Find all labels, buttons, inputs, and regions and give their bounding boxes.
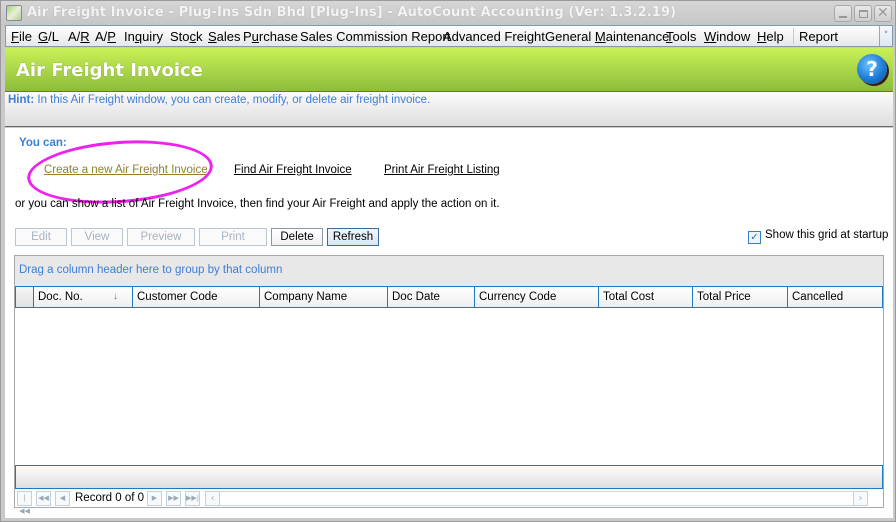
app-icon bbox=[6, 5, 22, 21]
maximize-icon bbox=[859, 10, 868, 18]
edit-button[interactable]: Edit bbox=[15, 228, 67, 246]
checkbox-checked-icon[interactable]: ✓ bbox=[748, 231, 761, 244]
next-page-icon: ▶▶ bbox=[168, 494, 179, 502]
menu-item-tools[interactable]: Tools bbox=[666, 29, 696, 44]
show-grid-checkbox[interactable]: ✓ Show this grid at startup bbox=[748, 229, 888, 244]
menu-item-window[interactable]: Window bbox=[704, 29, 750, 44]
window-title: Air Freight Invoice - Plug-Ins Sdn Bhd [… bbox=[27, 5, 677, 20]
hint-label: Hint: bbox=[8, 94, 35, 106]
hint-panel: Hint: In this Air Freight window, you ca… bbox=[5, 92, 893, 127]
menu-item-purchase[interactable]: Purchase bbox=[243, 29, 298, 44]
print-button[interactable]: Print bbox=[199, 228, 267, 246]
previous-page-button[interactable]: ◀◀ bbox=[36, 491, 51, 506]
chevron-down-icon: ˅ bbox=[883, 31, 889, 41]
menu-overflow-button[interactable]: ˅ bbox=[879, 26, 892, 46]
app-window: Air Freight Invoice - Plug-Ins Sdn Bhd [… bbox=[0, 0, 896, 522]
delete-button[interactable]: Delete bbox=[271, 228, 323, 246]
preview-button[interactable]: Preview bbox=[127, 228, 195, 246]
you-can-label: You can: bbox=[19, 137, 67, 149]
find-air-freight-invoice-link[interactable]: Find Air Freight Invoice bbox=[234, 164, 352, 176]
first-record-button[interactable]: |◀◀ bbox=[17, 491, 32, 515]
title-bar[interactable]: Air Freight Invoice - Plug-Ins Sdn Bhd [… bbox=[1, 1, 895, 25]
record-count: Record 0 of 0 bbox=[75, 492, 145, 504]
close-icon: ✕ bbox=[877, 5, 889, 21]
last-record-icon: ▶▶| bbox=[186, 494, 200, 502]
menu-item-file[interactable]: File bbox=[11, 29, 32, 44]
column-label: Doc Date bbox=[392, 291, 440, 303]
menu-item-a-p[interactable]: A/P bbox=[95, 29, 116, 44]
data-grid: Drag a column header here to group by th… bbox=[14, 255, 884, 515]
column-header-doc-no[interactable]: Doc. No. ↓ bbox=[34, 287, 133, 307]
column-header-cancelled[interactable]: Cancelled bbox=[788, 287, 882, 307]
group-by-panel[interactable]: Drag a column header here to group by th… bbox=[15, 256, 883, 286]
first-record-icon: |◀◀ bbox=[19, 494, 30, 515]
chevron-right-icon: › bbox=[858, 493, 863, 504]
page-title: Air Freight Invoice bbox=[16, 60, 203, 81]
grid-footer-row bbox=[15, 465, 883, 489]
column-label: Company Name bbox=[264, 291, 348, 303]
next-record-button[interactable]: ▶ bbox=[147, 491, 162, 506]
main-panel: You can: Create a new Air Freight Invoic… bbox=[5, 128, 893, 518]
horizontal-scrollbar[interactable]: ‹ › bbox=[205, 491, 868, 506]
column-label: Total Cost bbox=[603, 291, 655, 303]
menu-item-sales-commission-report[interactable]: Sales Commission Report bbox=[300, 29, 450, 44]
refresh-button[interactable]: Refresh bbox=[327, 228, 379, 246]
column-label: Currency Code bbox=[479, 291, 557, 303]
print-air-freight-listing-link[interactable]: Print Air Freight Listing bbox=[384, 164, 500, 176]
menu-item-g-l[interactable]: G/L bbox=[38, 29, 59, 44]
view-button[interactable]: View bbox=[71, 228, 123, 246]
menu-item-general-maintenance[interactable]: General Maintenance bbox=[545, 29, 669, 44]
hint-message: In this Air Freight window, you can crea… bbox=[34, 94, 431, 106]
next-page-button[interactable]: ▶▶ bbox=[166, 491, 181, 506]
record-navigator: |◀◀ ◀◀ ◀ Record 0 of 0 ▶ ▶▶ ▶▶| ‹ › bbox=[15, 489, 883, 515]
column-header-company-name[interactable]: Company Name bbox=[260, 287, 388, 307]
help-icon[interactable]: ? bbox=[857, 54, 887, 84]
menu-bar: ˅ File G/L A/R A/P Inquiry Stock Sales Purchase… bbox=[5, 25, 893, 47]
page-header: Air Freight Invoice ? bbox=[5, 48, 893, 92]
menu-item-report[interactable]: Report bbox=[799, 29, 838, 44]
previous-record-button[interactable]: ◀ bbox=[55, 491, 70, 506]
column-header-row: Doc. No. ↓ Customer Code Company Name Doc… bbox=[15, 286, 883, 308]
hint-text: Hint: In this Air Freight window, you ca… bbox=[8, 94, 430, 106]
column-header-total-price[interactable]: Total Price bbox=[693, 287, 788, 307]
scroll-left-button[interactable]: ‹ bbox=[205, 491, 220, 506]
column-label: Customer Code bbox=[137, 291, 218, 303]
column-header-doc-date[interactable]: Doc Date bbox=[388, 287, 475, 307]
column-header-currency-code[interactable]: Currency Code bbox=[475, 287, 599, 307]
chevron-left-icon: ‹ bbox=[210, 493, 215, 504]
menu-separator bbox=[793, 28, 794, 44]
close-button[interactable]: ✕ bbox=[874, 5, 892, 22]
column-label: Doc. No. bbox=[38, 291, 83, 303]
grid-body[interactable] bbox=[15, 308, 883, 465]
column-header-total-cost[interactable]: Total Cost bbox=[599, 287, 693, 307]
maximize-button[interactable] bbox=[854, 5, 872, 22]
last-record-button[interactable]: ▶▶| bbox=[185, 491, 200, 506]
previous-page-icon: ◀◀ bbox=[38, 494, 49, 502]
menu-item-help[interactable]: Help bbox=[757, 29, 784, 44]
group-by-hint: Drag a column header here to group by th… bbox=[19, 264, 283, 276]
instruction-text: or you can show a list of Air Freight In… bbox=[15, 198, 500, 210]
menu-item-inquiry[interactable]: Inquiry bbox=[124, 29, 163, 44]
show-grid-label: Show this grid at startup bbox=[765, 229, 889, 241]
column-label: Total Price bbox=[697, 291, 751, 303]
previous-record-icon: ◀ bbox=[59, 494, 66, 502]
minimize-button[interactable] bbox=[834, 5, 852, 22]
sort-descending-icon: ↓ bbox=[113, 291, 118, 302]
menu-item-stock[interactable]: Stock bbox=[170, 29, 203, 44]
column-header-customer-code[interactable]: Customer Code bbox=[133, 287, 260, 307]
row-indicator-header[interactable] bbox=[16, 287, 34, 307]
menu-item-a-r[interactable]: A/R bbox=[68, 29, 90, 44]
create-air-freight-invoice-link[interactable]: Create a new Air Freight Invoice bbox=[44, 164, 208, 176]
scroll-right-button[interactable]: › bbox=[853, 491, 868, 506]
next-record-icon: ▶ bbox=[151, 494, 158, 502]
minimize-icon bbox=[839, 16, 847, 18]
menu-item-advanced-freight[interactable]: Advanced Freight bbox=[443, 29, 545, 44]
menu-item-sales[interactable]: Sales bbox=[208, 29, 241, 44]
column-label: Cancelled bbox=[792, 291, 844, 303]
